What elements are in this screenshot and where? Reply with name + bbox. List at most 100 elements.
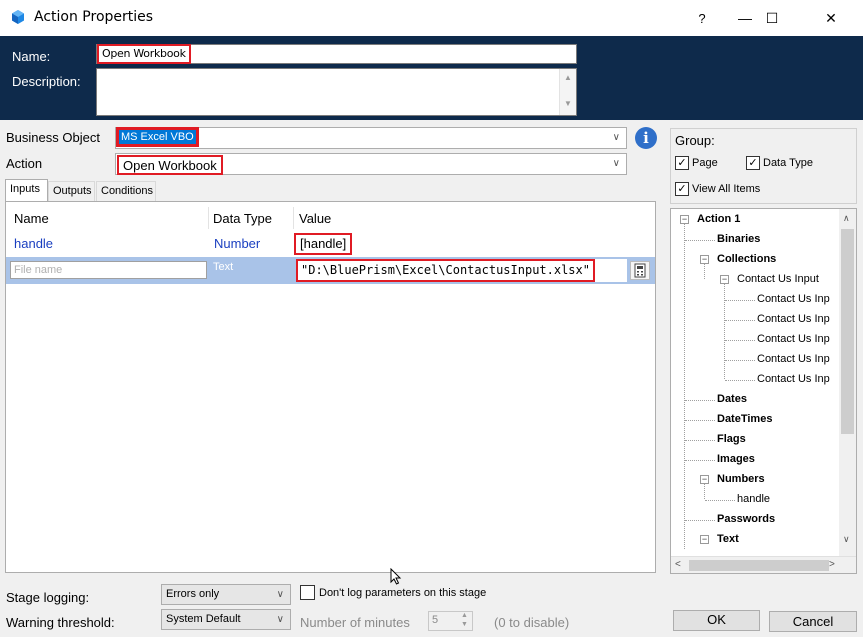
tree-line [704,264,705,279]
tree-line [725,380,755,381]
hscroll-thumb[interactable] [689,560,829,571]
minutes-label: Number of minutes [300,615,410,630]
column-divider [293,207,294,229]
group-label: Group: [675,133,715,148]
tree-item-images[interactable]: Images [717,453,755,465]
stage-logging-select[interactable]: Errors only ∨ [161,584,291,605]
tree-item-contact-us-input[interactable]: Contact Us Input [737,273,819,285]
tree-item-field[interactable]: Contact Us Inp [757,293,830,305]
scroll-right-icon[interactable]: > [829,559,835,570]
column-header-data-type: Data Type [213,211,273,226]
action-value: Open Workbook [117,155,223,175]
tab-inputs[interactable]: Inputs [5,179,48,201]
warning-threshold-select[interactable]: System Default ∨ [161,609,291,630]
data-type-checkbox[interactable]: ✓ Data Type [746,156,813,170]
param-value: "D:\BluePrism\Excel\ContactusInput.xlsx" [296,259,595,282]
description-scrollbar[interactable]: ▲ ▼ [559,69,576,115]
stage-logging-label: Stage logging: [6,590,90,605]
view-all-checkbox-label: View All Items [692,183,761,195]
inputs-grid: Name Data Type Value handle Number [hand… [5,201,656,573]
expression-editor-button[interactable] [630,261,650,280]
page-checkbox-label: Page [692,157,718,169]
param-value-input[interactable]: "D:\BluePrism\Excel\ContactusInput.xlsx" [296,259,627,282]
business-object-label: Business Object [6,130,100,145]
info-icon[interactable]: i [635,127,657,149]
tree-item-datetimes[interactable]: DateTimes [717,413,772,425]
param-value[interactable]: [handle] [294,233,353,255]
tree-item-field[interactable]: Contact Us Inp [757,373,830,385]
maximize-button[interactable]: ☐ [749,0,795,36]
column-header-name: Name [14,211,49,226]
chevron-down-icon: ∨ [612,132,620,143]
tree-item-dates[interactable]: Dates [717,393,747,405]
cancel-button[interactable]: Cancel [769,611,857,632]
page-checkbox[interactable]: ✓ Page [675,156,718,170]
table-row[interactable]: handle Number [handle] [6,230,655,256]
tree-line [685,440,715,441]
action-select[interactable]: Open Workbook ∨ [115,153,627,175]
collapse-icon[interactable]: − [700,475,709,484]
tree-line [685,400,715,401]
tree-item-text[interactable]: Text [717,533,739,545]
tree-item-field[interactable]: Contact Us Inp [757,313,830,325]
ok-button[interactable]: OK [673,610,760,631]
scrollbar-thumb[interactable] [841,229,854,434]
chevron-down-icon: ∨ [276,589,284,600]
tree-item-handle[interactable]: handle [737,493,770,505]
tree-item-action1[interactable]: Action 1 [697,213,740,225]
tree-item-field[interactable]: Contact Us Inp [757,353,830,365]
tab-outputs[interactable]: Outputs [48,181,95,201]
tree-line [724,284,725,379]
table-row[interactable]: File name Text "D:\BluePrism\Excel\Conta… [6,257,655,284]
column-divider [208,207,209,229]
tree-line [704,484,705,499]
name-field[interactable]: Open Workbook [96,44,577,64]
dont-log-checkbox[interactable]: Don't log parameters on this stage [300,585,486,600]
tree-item-flags[interactable]: Flags [717,433,746,445]
scroll-down-icon[interactable]: ∨ [843,534,850,545]
tab-conditions[interactable]: Conditions [96,181,156,201]
action-label: Action [6,156,43,171]
tree-item-passwords[interactable]: Passwords [717,513,775,525]
tree-line [685,240,715,241]
business-object-select[interactable]: MS Excel VBO ∨ [115,127,627,149]
param-name: handle [14,236,54,251]
window-title: Action Properties [34,9,154,25]
collapse-icon[interactable]: − [720,275,729,284]
help-button[interactable]: ? [682,0,722,36]
stage-logging-value: Errors only [166,588,220,600]
param-name-input[interactable]: File name [10,261,207,279]
data-type-checkbox-label: Data Type [763,157,813,169]
collapse-icon[interactable]: − [700,535,709,544]
scroll-up-icon[interactable]: ▲ [564,73,572,82]
business-object-value: MS Excel VBO [116,127,199,147]
tree-item-binaries[interactable]: Binaries [717,233,760,245]
info-glyph: i [643,129,649,147]
description-field[interactable]: ▲ ▼ [96,68,577,116]
column-header-value: Value [299,211,332,226]
tree-item-collections[interactable]: Collections [717,253,776,265]
tree-hscrollbar[interactable]: < > [671,556,856,573]
title-bar: Action Properties ? — ☐ ✕ [0,0,863,36]
tree-item-numbers[interactable]: Numbers [717,473,765,485]
tree-item-field[interactable]: Contact Us Inp [757,333,830,345]
tree-line [725,300,755,301]
disable-hint: (0 to disable) [494,615,570,630]
data-items-tree[interactable]: − Action 1 Binaries − Collections − Cont… [670,208,857,574]
calculator-icon [634,263,646,278]
minutes-stepper[interactable]: 5 ▲ ▼ [428,611,473,631]
scroll-up-icon[interactable]: ∧ [843,213,850,224]
mouse-cursor-icon [390,568,402,585]
scroll-down-icon[interactable]: ▼ [564,99,572,108]
collapse-icon[interactable]: − [700,255,709,264]
view-all-checkbox[interactable]: ✓ View All Items [675,182,760,196]
scroll-left-icon[interactable]: < [675,559,681,570]
tree-scrollbar[interactable]: ∧ ∨ [839,209,856,573]
group-panel: Group: ✓ Page ✓ Data Type ✓ View All Items [670,128,857,204]
collapse-icon[interactable]: − [680,215,689,224]
stepper-down-icon[interactable]: ▼ [461,621,468,628]
stepper-up-icon[interactable]: ▲ [461,612,468,619]
tab-conditions-label: Conditions [101,185,153,197]
name-value: Open Workbook [97,44,191,64]
close-button[interactable]: ✕ [808,0,854,36]
